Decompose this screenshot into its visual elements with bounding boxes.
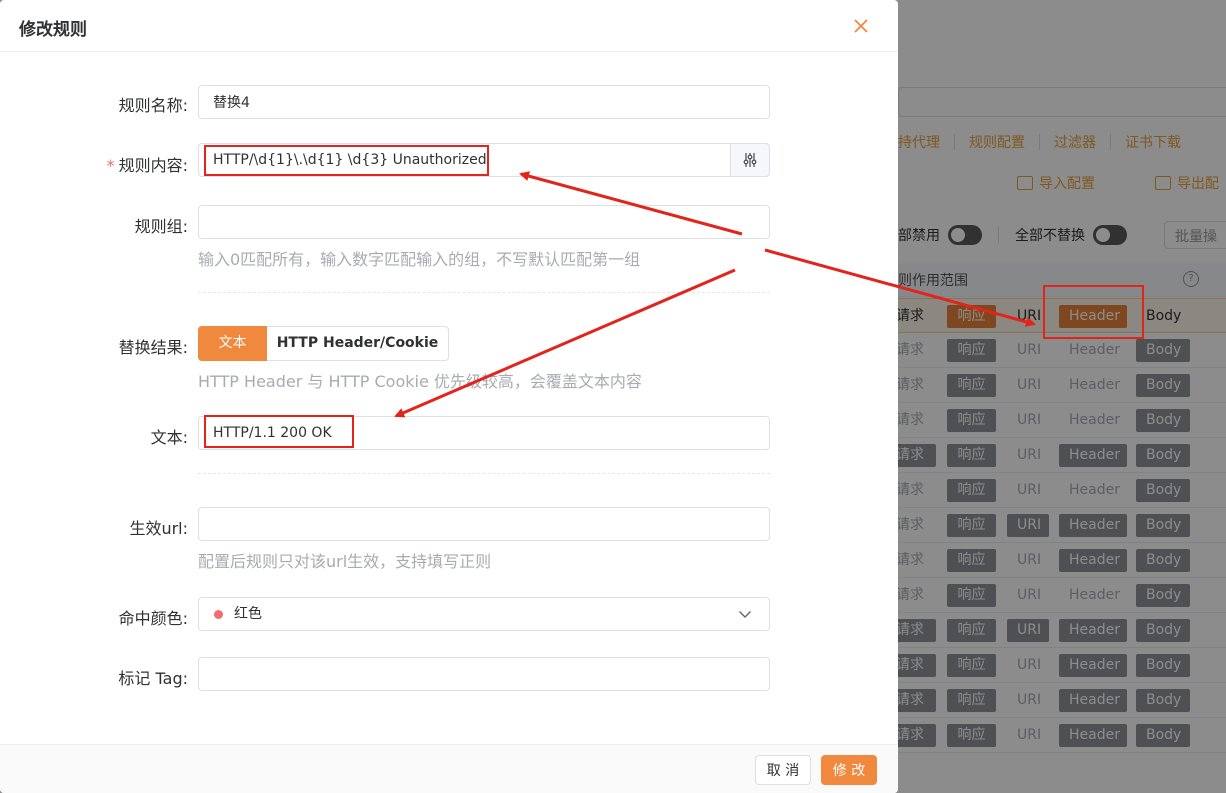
rule-name-input[interactable] xyxy=(198,85,770,119)
rule-content-label: * 规则内容: xyxy=(107,152,188,176)
regex-settings-button[interactable] xyxy=(730,143,770,177)
form-divider xyxy=(198,292,770,293)
cancel-button[interactable]: 取 消 xyxy=(755,755,811,785)
rule-content-label-text: 规则内容: xyxy=(118,156,188,175)
confirm-edit-button[interactable]: 修 改 xyxy=(821,755,877,785)
edit-rule-dialog: 修改规则 规则名称: *规则内容: 规则组: 输入0匹配所有，输入数字匹配输入的… xyxy=(0,0,898,793)
rule-group-input[interactable] xyxy=(198,205,770,239)
rule-name-label: 规则名称: xyxy=(118,96,188,115)
close-icon[interactable] xyxy=(852,17,870,35)
dialog-header: 修改规则 xyxy=(0,0,898,52)
annotation-box-content xyxy=(204,145,489,176)
effective-url-label: 生效url: xyxy=(129,519,188,538)
sliders-icon xyxy=(743,153,757,167)
result-type-text-option[interactable]: 文本 xyxy=(198,326,267,361)
hit-color-label: 命中颜色: xyxy=(118,609,188,628)
annotation-box-text xyxy=(204,415,354,448)
tag-label: 标记 Tag: xyxy=(118,669,188,688)
hit-color-select[interactable]: 红色 xyxy=(198,597,770,631)
dialog-title: 修改规则 xyxy=(19,20,87,40)
required-mark: * xyxy=(106,156,115,175)
effective-url-input[interactable] xyxy=(198,507,770,541)
hit-color-value: 红色 xyxy=(234,606,262,622)
rule-group-hint: 输入0匹配所有，输入数字匹配输入的组，不写默认匹配第一组 xyxy=(198,250,641,269)
tag-input[interactable] xyxy=(198,657,770,691)
text-label: 文本: xyxy=(150,428,188,447)
chevron-down-icon[interactable] xyxy=(738,607,752,621)
color-dot xyxy=(214,610,223,619)
form-divider xyxy=(198,473,770,474)
replace-result-label: 替换结果: xyxy=(118,338,188,357)
result-type-header-cookie-option[interactable]: HTTP Header/Cookie xyxy=(267,326,449,361)
replace-result-hint: HTTP Header 与 HTTP Cookie 优先级较高，会覆盖文本内容 xyxy=(198,372,642,391)
annotation-box-header xyxy=(1043,285,1144,339)
effective-url-hint: 配置后规则只对该url生效，支持填写正则 xyxy=(198,552,492,571)
rule-group-label: 规则组: xyxy=(134,217,188,236)
